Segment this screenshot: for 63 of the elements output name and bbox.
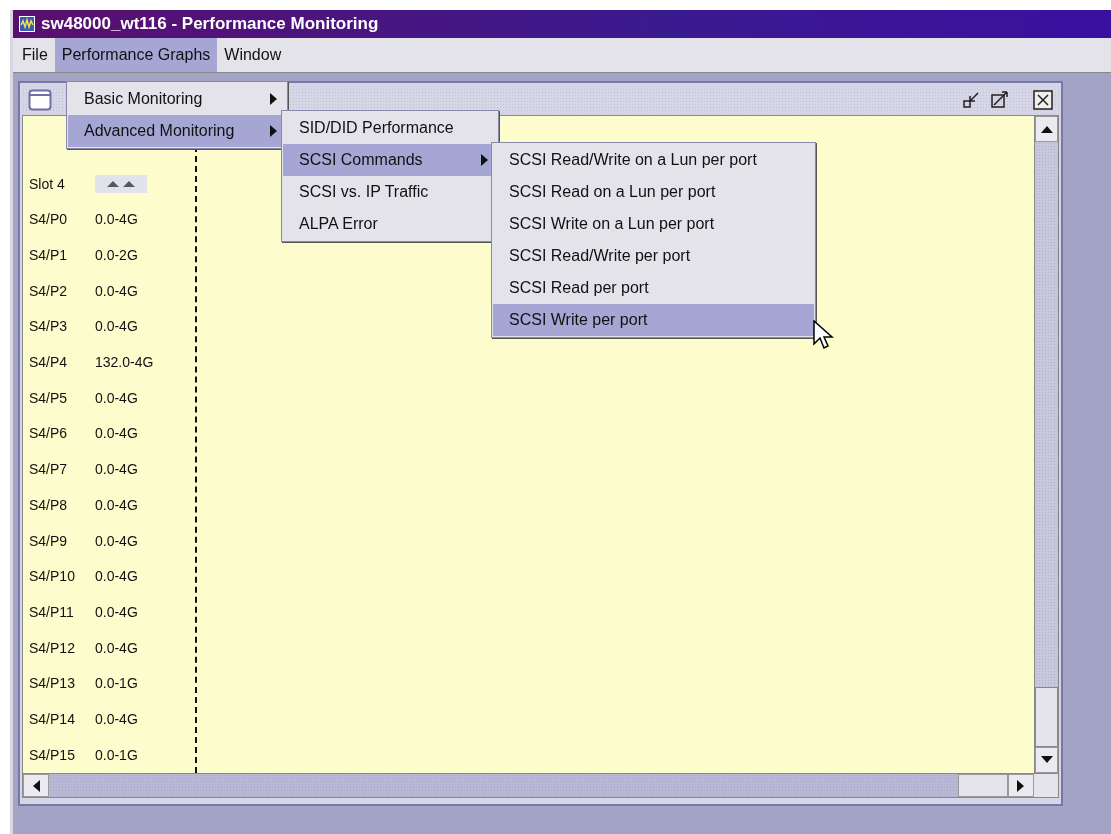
- port-range: 0.0-2G: [95, 246, 138, 266]
- port-name: S4/P4: [29, 353, 69, 373]
- triangle-up-icon: [1040, 125, 1053, 134]
- port-range: 132.0-4G: [95, 353, 154, 373]
- port-name: S4/P3: [29, 317, 69, 337]
- port-name: S4/P5: [29, 388, 69, 408]
- port-range: 0.0-4G: [95, 602, 138, 622]
- port-name: S4/P1: [29, 246, 69, 266]
- triangle-left-icon: [32, 779, 40, 792]
- port-range: 0.0-4G: [95, 495, 138, 515]
- port-range: 0.0-1G: [95, 674, 138, 694]
- port-name: S4/P6: [29, 424, 69, 444]
- vertical-scrollbar[interactable]: [1034, 116, 1058, 773]
- menu-item[interactable]: SCSI Write per port: [493, 304, 814, 336]
- port-range: 0.0-4G: [95, 317, 138, 337]
- menu-item[interactable]: SID/DID Performance: [283, 112, 497, 144]
- port-name: S4/P15: [29, 745, 76, 765]
- menu-item[interactable]: SCSI Read/Write per port: [493, 240, 814, 272]
- port-range: 0.0-4G: [95, 388, 138, 408]
- port-range: 0.0-4G: [95, 567, 138, 587]
- scroll-down-button[interactable]: [1035, 747, 1058, 773]
- port-range: 0.0-4G: [95, 709, 138, 729]
- scrollbar-corner: [1034, 774, 1058, 797]
- slot-label: Slot 4: [29, 174, 66, 194]
- port-range: 0.0-4G: [95, 210, 138, 230]
- port-name: S4/P7: [29, 460, 69, 480]
- scroll-thumb[interactable]: [958, 774, 1008, 797]
- port-range: 0.0-4G: [95, 424, 138, 444]
- port-range: 0.0-1G: [95, 745, 138, 765]
- collapse-icon[interactable]: [95, 175, 147, 194]
- frame-window-icon: [28, 88, 52, 113]
- port-name: S4/P0: [29, 210, 69, 230]
- menu-item[interactable]: SCSI Read per port: [493, 272, 814, 304]
- horizontal-scrollbar[interactable]: [23, 773, 1058, 797]
- menu-item[interactable]: File: [15, 38, 55, 73]
- window-title: sw48000_wt116 - Performance Monitoring: [41, 13, 379, 36]
- port-range: 0.0-4G: [95, 531, 138, 551]
- port-name: S4/P2: [29, 281, 69, 301]
- menu-item[interactable]: Basic Monitoring: [68, 83, 286, 115]
- close-icon[interactable]: [1033, 90, 1053, 111]
- scroll-thumb[interactable]: [1035, 687, 1058, 747]
- port-name: S4/P14: [29, 709, 76, 729]
- scroll-up-button[interactable]: [1035, 116, 1058, 143]
- menu-item[interactable]: SCSI Write on a Lun per port: [493, 208, 814, 240]
- port-name: S4/P13: [29, 674, 76, 694]
- port-name: S4/P10: [29, 567, 76, 587]
- triangle-down-icon: [1040, 756, 1053, 764]
- menu-item[interactable]: Window: [217, 38, 289, 73]
- triangle-right-icon: [1017, 779, 1025, 792]
- minimize-icon[interactable]: [962, 90, 982, 111]
- port-name: S4/P8: [29, 495, 69, 515]
- port-name: S4/P12: [29, 638, 76, 658]
- port-range: 0.0-4G: [95, 281, 138, 301]
- port-range: 0.0-4G: [95, 460, 138, 480]
- port-name: S4/P9: [29, 531, 69, 551]
- menu-item[interactable]: SCSI Read on a Lun per port: [493, 176, 814, 208]
- menu-item[interactable]: Performance Graphs: [54, 38, 218, 73]
- port-range: 0.0-4G: [95, 638, 138, 658]
- scroll-right-button[interactable]: [1008, 774, 1034, 797]
- maximize-icon[interactable]: [990, 90, 1010, 111]
- scroll-left-button[interactable]: [23, 774, 49, 797]
- app-icon: [19, 16, 35, 33]
- port-name: S4/P11: [29, 602, 75, 622]
